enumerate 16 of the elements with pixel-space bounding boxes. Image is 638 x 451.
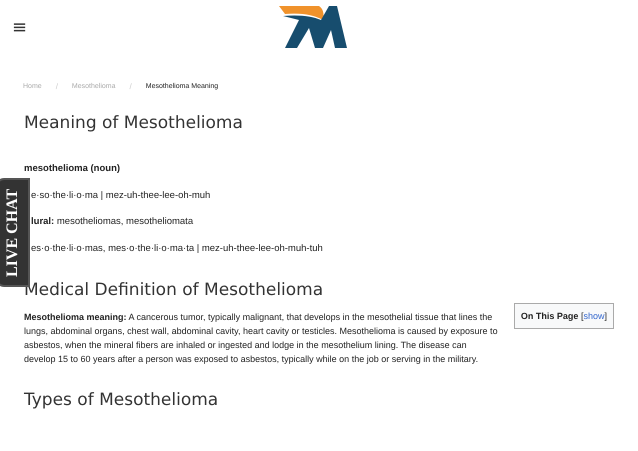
pronunciation-text: lural: mesotheliomas, mesotheliomata bbox=[31, 216, 194, 227]
show-link[interactable]: show bbox=[583, 310, 604, 320]
bracket-text: [ bbox=[580, 310, 584, 320]
definition-paragraph: Mesothelioma meaning: A cancerous tumor, typically malignant, that develops in the mesothelial tissue that lines the lungs, abdominal organs, chest wall, abdominal cavity, heart cavity or testicles. Mesothelioma is caused by exposure to asbestos, when the mineral fibers are inhaled or ingested and lodge in the mesothelium lining. The disease can develop 15 to 60 years after a person was exposed to asbestos, typically while on the job or serving in the military. bbox=[24, 310, 498, 366]
page-title: Meaning of Mesothelioma bbox=[24, 113, 244, 133]
section-heading: Types of Mesothelioma bbox=[24, 390, 220, 410]
breadcrumb-separator: / bbox=[56, 82, 58, 91]
term-heading: mesothelioma (noun) bbox=[24, 163, 122, 174]
logo-icon[interactable] bbox=[278, 6, 347, 50]
menu-button[interactable]: ≡ bbox=[10, 19, 30, 37]
toc-label: On This Page bbox=[520, 310, 578, 320]
bracket-text: ] bbox=[604, 310, 607, 320]
breadcrumb-separator: / bbox=[130, 82, 132, 91]
live-chat-tab[interactable]: LIVE CHAT bbox=[0, 178, 30, 287]
pronunciation-text: es·o·the·li·o·mas, mes·o·the·li·o·ma·ta | mez-uh-thee-lee-oh-muh-tuh bbox=[31, 242, 324, 254]
pronunciation-text: e·so·the·li·o·ma | mez-uh-thee-lee-oh-muh bbox=[31, 190, 212, 200]
